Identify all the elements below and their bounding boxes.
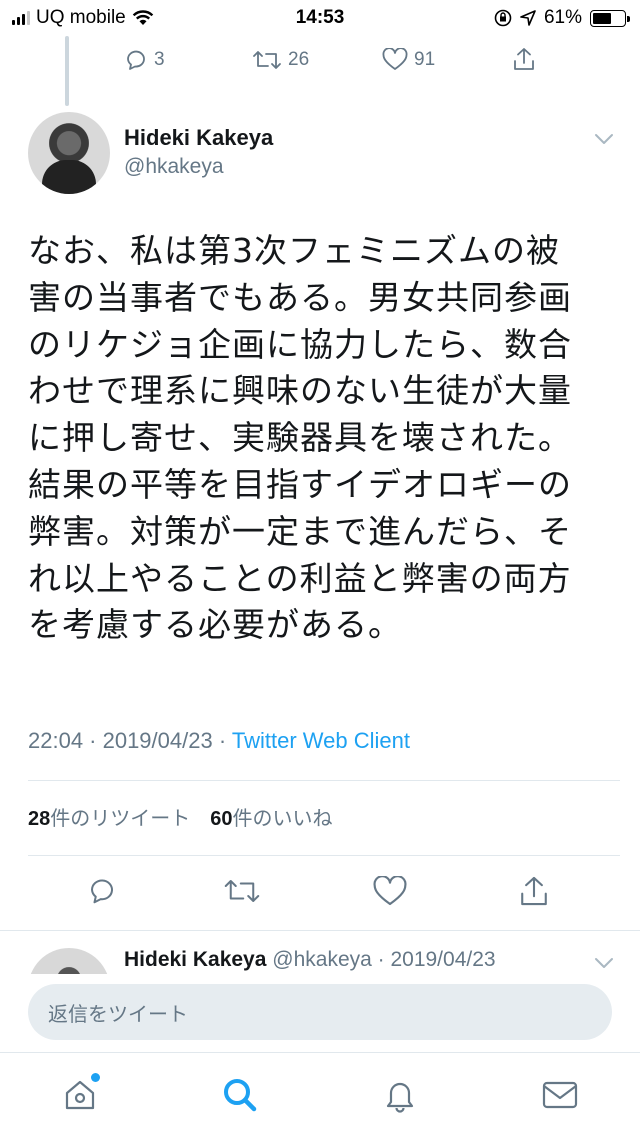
tweet-text-line: に押し寄せ、実験器具を壊された。 <box>28 418 572 458</box>
retweet-icon <box>224 880 260 902</box>
avatar[interactable] <box>28 948 110 974</box>
nav-search[interactable] <box>218 1073 262 1117</box>
tweet-actions <box>0 872 640 912</box>
tweet-text-line: 害の当事者でもある。男女共同参画 <box>28 277 572 317</box>
like-button[interactable]: 91 <box>382 48 435 72</box>
retweet-stat-label: 件のリツイート <box>50 806 191 830</box>
previous-tweet-actions: 3 26 91 <box>0 44 640 78</box>
search-icon <box>224 1079 257 1112</box>
reply-icon <box>91 879 113 904</box>
retweet-count: 26 <box>288 49 310 70</box>
reply-count: 3 <box>154 49 165 70</box>
battery-icon <box>590 9 630 27</box>
next-tweet-header: Hideki Kakeya @hkakeya · 2019/04/23 <box>124 948 496 972</box>
tweet-text-line: わせで理系に興味のない生徒が大量 <box>28 371 572 411</box>
status-right: 61% <box>494 7 630 29</box>
share-button[interactable] <box>518 874 550 908</box>
tweet-text-line: を考慮する必要がある。 <box>28 605 402 645</box>
reply-area: 返信をツイート <box>0 974 640 1052</box>
author-handle[interactable]: @hkakeya <box>124 155 224 179</box>
bottom-nav <box>0 1052 640 1138</box>
nav-notifications[interactable] <box>378 1073 422 1117</box>
tweet-stats: 28件のリツイート 60件のいいね <box>28 802 333 831</box>
chevron-down-icon[interactable] <box>594 132 614 146</box>
battery-level <box>593 12 612 24</box>
retweet-stat[interactable]: 28件のリツイート <box>28 802 190 831</box>
next-tweet[interactable]: Hideki Kakeya @hkakeya · 2019/04/23 <box>0 930 640 974</box>
battery-percent: 61% <box>543 7 582 28</box>
tweet-text-line: のリケジョ企画に協力したら、数合 <box>28 324 572 364</box>
bell-icon <box>386 1082 414 1113</box>
reply-icon <box>127 50 145 70</box>
tweet-text-line: なお、私は第3次フェミニズムの被 <box>28 231 560 270</box>
client-link[interactable]: Twitter Web Client <box>232 728 410 753</box>
next-tweet-meta: @hkakeya · 2019/04/23 <box>272 948 496 971</box>
share-icon <box>514 48 534 70</box>
retweet-icon <box>253 51 281 69</box>
reply-input[interactable]: 返信をツイート <box>28 984 612 1040</box>
tweet-text-line: 結果の平等を目指すイデオロギーの <box>28 464 572 504</box>
reply-button[interactable] <box>86 876 118 906</box>
like-count: 91 <box>414 49 436 70</box>
heart-icon <box>382 48 408 70</box>
tweet-text: なお、私は第3次フェミニズムの被 害の当事者でもある。男女共同参画 のリケジョ企… <box>28 228 612 649</box>
like-button[interactable] <box>372 876 408 908</box>
author-name[interactable]: Hideki Kakeya <box>124 125 273 151</box>
tweet-text-line: 弊害。対策が一定まで進んだら、そ <box>28 511 572 551</box>
orientation-lock-icon <box>494 9 512 27</box>
nav-home[interactable] <box>58 1073 102 1117</box>
author-name[interactable]: Hideki Kakeya <box>124 948 266 971</box>
retweet-stat-count: 28 <box>28 808 51 830</box>
tweet-timestamp-line: 22:04 · 2019/04/23 · Twitter Web Client <box>28 728 410 754</box>
tweet-timestamp: 22:04 · 2019/04/23 · <box>28 728 232 753</box>
divider <box>28 855 620 856</box>
avatar[interactable] <box>28 112 110 194</box>
home-icon <box>65 1080 95 1110</box>
location-icon <box>520 10 536 26</box>
reply-button[interactable]: 3 <box>124 48 165 72</box>
like-stat-label: 件のいいね <box>232 806 333 830</box>
like-stat-count: 60 <box>210 808 233 830</box>
divider <box>28 780 620 781</box>
tweet-text-line: れ以上やることの利益と弊害の両方 <box>28 558 572 598</box>
like-stat[interactable]: 60件のいいね <box>210 802 332 831</box>
mail-icon <box>542 1081 578 1109</box>
retweet-button[interactable] <box>222 876 262 906</box>
reply-placeholder: 返信をツイート <box>48 1001 188 1026</box>
retweet-button[interactable]: 26 <box>252 48 309 72</box>
share-icon <box>521 876 547 906</box>
status-bar: UQ mobile 14:53 61% <box>0 0 640 36</box>
notification-dot <box>91 1073 100 1082</box>
heart-icon <box>373 876 407 906</box>
share-button[interactable] <box>512 46 536 72</box>
chevron-down-icon[interactable] <box>594 956 614 970</box>
nav-messages[interactable] <box>538 1073 582 1117</box>
